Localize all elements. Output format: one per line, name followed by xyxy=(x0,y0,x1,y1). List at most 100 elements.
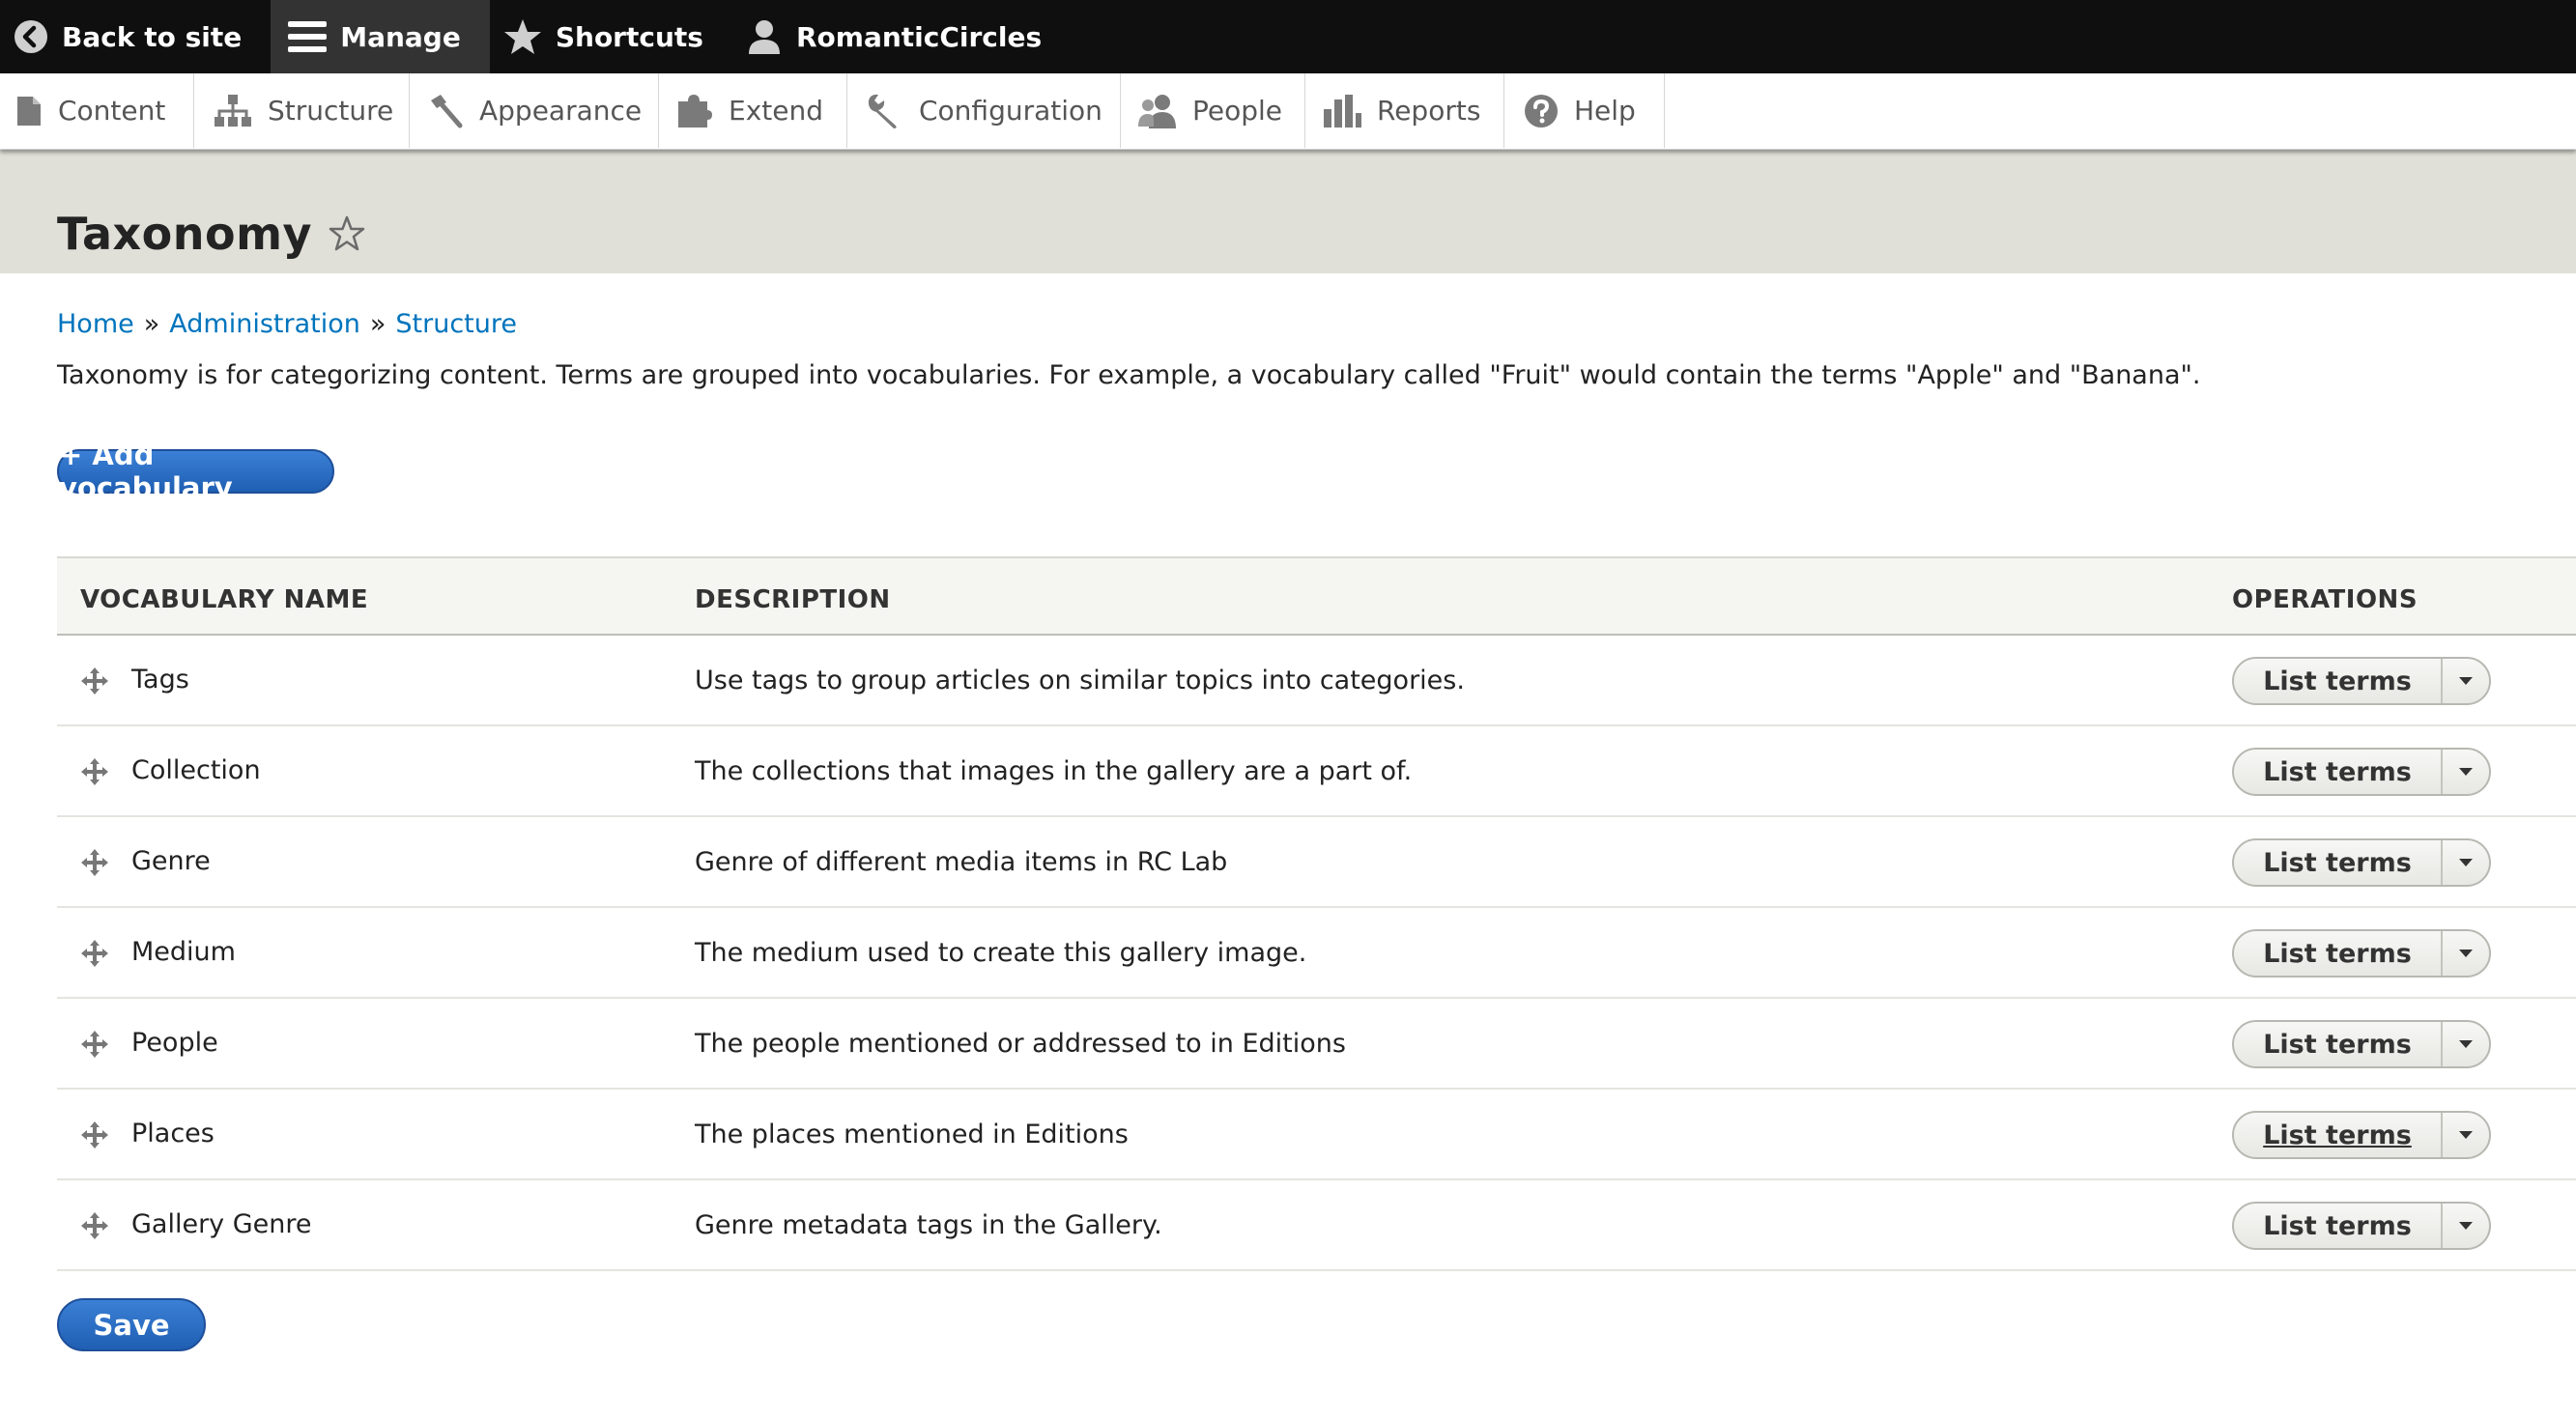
page-header-band xyxy=(0,150,2576,273)
column-header-vocabulary-name: VOCABULARY NAME xyxy=(80,585,369,614)
shortcuts-label: Shortcuts xyxy=(555,20,703,53)
paintbrush-icon xyxy=(431,94,463,128)
vocabulary-description: The medium used to create this gallery i… xyxy=(695,938,1307,968)
star-icon xyxy=(503,19,541,54)
user-icon xyxy=(748,20,780,54)
list-terms-button[interactable]: List terms xyxy=(2234,931,2443,976)
user-label: RomanticCircles xyxy=(795,20,1043,53)
operations-toggle[interactable] xyxy=(2443,1022,2489,1066)
table-row: Gallery Genre Genre metadata tags in the … xyxy=(57,1180,2576,1271)
drag-handle-icon[interactable] xyxy=(80,666,109,695)
tray-label-configuration: Configuration xyxy=(919,95,1102,127)
tray-item-extend[interactable]: Extend xyxy=(659,73,847,148)
list-terms-button[interactable]: List terms xyxy=(2234,750,2443,794)
drag-handle-icon[interactable] xyxy=(80,1030,109,1059)
vocabulary-description: The people mentioned or addressed to in … xyxy=(695,1029,1346,1059)
caret-down-icon xyxy=(2459,1131,2473,1139)
tray-item-appearance[interactable]: Appearance xyxy=(410,73,659,148)
caret-down-icon xyxy=(2459,1222,2473,1230)
bar-chart-icon xyxy=(1324,94,1361,128)
vocabulary-table: VOCABULARY NAME DESCRIPTION OPERATIONS T… xyxy=(57,556,2576,1271)
operations-toggle[interactable] xyxy=(2443,1204,2489,1248)
operations-toggle[interactable] xyxy=(2443,1113,2489,1157)
back-to-site-link[interactable]: Back to site xyxy=(0,0,271,73)
drag-handle-icon[interactable] xyxy=(80,939,109,968)
drag-handle-icon[interactable] xyxy=(80,757,109,786)
drag-handle-icon[interactable] xyxy=(80,848,109,877)
drag-handle-icon[interactable] xyxy=(80,1211,109,1240)
list-terms-button[interactable]: List terms xyxy=(2234,840,2443,885)
list-terms-button[interactable]: List terms xyxy=(2234,659,2443,703)
table-row: People The people mentioned or addressed … xyxy=(57,999,2576,1090)
manage-tab[interactable]: Manage xyxy=(271,0,490,73)
vocabulary-description: The places mentioned in Editions xyxy=(695,1120,1129,1149)
shortcut-star-icon[interactable] xyxy=(328,214,366,253)
tray-item-content[interactable]: Content xyxy=(0,73,194,148)
operations-toggle[interactable] xyxy=(2443,840,2489,885)
caret-down-icon xyxy=(2459,768,2473,776)
user-tab[interactable]: RomanticCircles xyxy=(732,0,1071,73)
vocabulary-description: Use tags to group articles on similar to… xyxy=(695,666,1465,695)
breadcrumb-structure[interactable]: Structure xyxy=(395,309,517,339)
tray-item-configuration[interactable]: Configuration xyxy=(847,73,1121,148)
tray-label-appearance: Appearance xyxy=(479,95,643,127)
operations-dropbutton: List terms xyxy=(2232,1202,2491,1250)
breadcrumb-separator: » xyxy=(369,309,386,339)
admin-menu-tray: Content Structure Appearance Extend Conf… xyxy=(0,73,2576,150)
vocabulary-description: Genre of different media items in RC Lab xyxy=(695,847,1228,877)
operations-toggle[interactable] xyxy=(2443,931,2489,976)
vocabulary-description: The collections that images in the galle… xyxy=(695,756,1413,786)
table-row: Collection The collections that images in… xyxy=(57,726,2576,817)
caret-down-icon xyxy=(2459,859,2473,866)
list-terms-button[interactable]: List terms xyxy=(2234,1113,2443,1157)
breadcrumb-administration[interactable]: Administration xyxy=(169,309,360,339)
page-title-row: Taxonomy xyxy=(57,208,366,260)
tray-item-reports[interactable]: Reports xyxy=(1305,73,1504,148)
back-arrow-icon xyxy=(14,20,47,53)
help-icon xyxy=(1525,94,1558,128)
table-row: Medium The medium used to create this gal… xyxy=(57,908,2576,999)
operations-dropbutton: List terms xyxy=(2232,929,2491,978)
back-to-site-label: Back to site xyxy=(62,20,243,53)
page-title: Taxonomy xyxy=(57,208,313,260)
tray-item-help[interactable]: Help xyxy=(1504,73,1665,148)
operations-toggle[interactable] xyxy=(2443,750,2489,794)
operations-toggle[interactable] xyxy=(2443,659,2489,703)
column-header-description: DESCRIPTION xyxy=(695,585,891,614)
operations-dropbutton: List terms xyxy=(2232,748,2491,796)
column-header-operations: OPERATIONS xyxy=(2232,585,2419,614)
tray-label-extend: Extend xyxy=(729,95,823,127)
tray-item-structure[interactable]: Structure xyxy=(194,73,410,148)
table-row: Tags Use tags to group articles on simila… xyxy=(57,636,2576,726)
vocabulary-name: Tags xyxy=(131,665,189,695)
vocabulary-name: Places xyxy=(131,1119,215,1149)
list-terms-button[interactable]: List terms xyxy=(2234,1022,2443,1066)
vocabulary-name: Collection xyxy=(131,755,261,785)
vocabulary-name: Gallery Genre xyxy=(131,1209,312,1239)
shortcuts-tab[interactable]: Shortcuts xyxy=(490,0,732,73)
tray-label-help: Help xyxy=(1574,95,1636,127)
vocabulary-description: Genre metadata tags in the Gallery. xyxy=(695,1210,1162,1240)
admin-toolbar: Back to site Manage Shortcuts RomanticCi… xyxy=(0,0,2576,73)
drag-handle-icon[interactable] xyxy=(80,1120,109,1149)
vocabulary-name: Genre xyxy=(131,846,211,876)
breadcrumb-home[interactable]: Home xyxy=(57,309,134,339)
tray-label-content: Content xyxy=(58,95,166,127)
operations-dropbutton: List terms xyxy=(2232,838,2491,887)
list-terms-button[interactable]: List terms xyxy=(2234,1204,2443,1248)
document-icon xyxy=(17,96,41,126)
tray-label-people: People xyxy=(1192,95,1283,127)
caret-down-icon xyxy=(2459,1040,2473,1048)
operations-dropbutton: List terms xyxy=(2232,657,2491,705)
save-button[interactable]: Save xyxy=(57,1298,206,1351)
table-row: Genre Genre of different media items in R… xyxy=(57,817,2576,908)
puzzle-piece-icon xyxy=(678,94,712,128)
sitemap-icon xyxy=(215,94,251,127)
people-icon xyxy=(1138,94,1176,128)
tray-item-people[interactable]: People xyxy=(1121,73,1305,148)
help-text: Taxonomy is for categorizing content. Te… xyxy=(57,360,2201,390)
caret-down-icon xyxy=(2459,950,2473,957)
add-vocabulary-button[interactable]: + Add vocabulary xyxy=(57,439,334,504)
table-row: Places The places mentioned in Editions Li… xyxy=(57,1090,2576,1180)
table-header: VOCABULARY NAME DESCRIPTION OPERATIONS xyxy=(57,556,2576,636)
